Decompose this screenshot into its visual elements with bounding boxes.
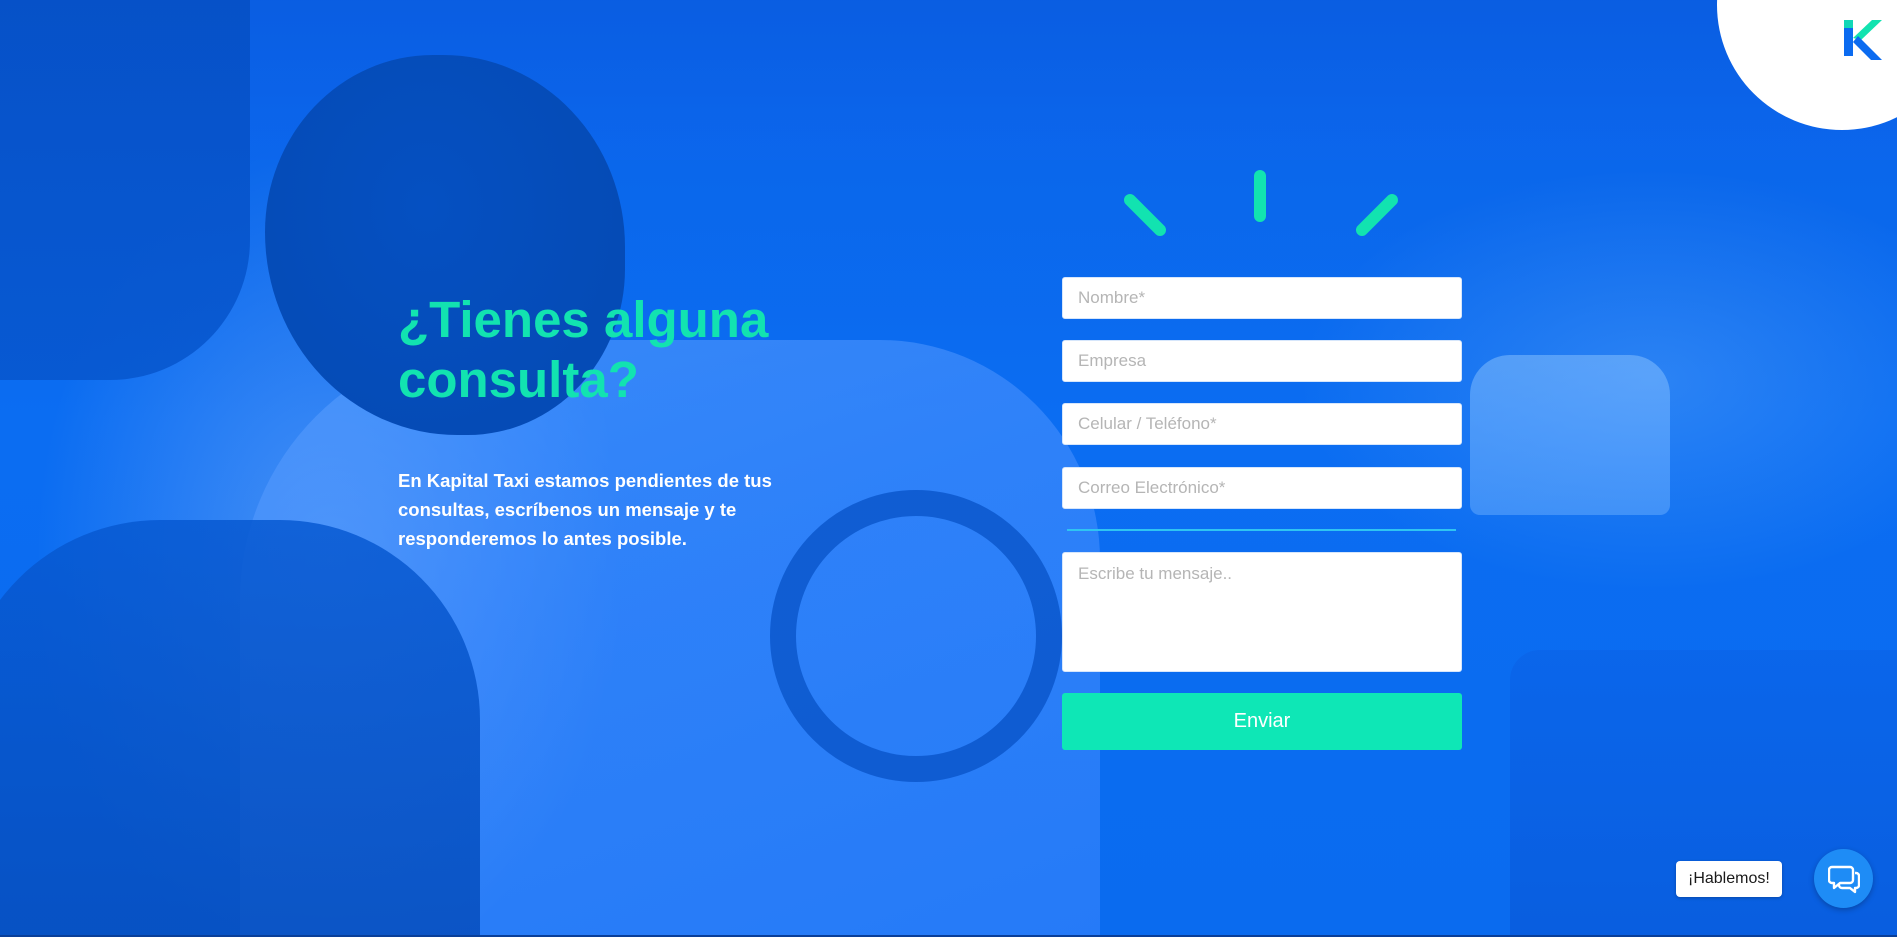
chat-button[interactable] [1814, 849, 1873, 908]
page-heading: ¿Tienes alguna consulta? [398, 291, 769, 408]
hero-background [0, 0, 1897, 937]
company-input[interactable] [1062, 340, 1462, 382]
email-input[interactable] [1062, 467, 1462, 509]
attention-rays-icon [1124, 170, 1398, 236]
bus-shape [1470, 355, 1670, 515]
page-description: En Kapital Taxi estamos pendientes de tu… [398, 470, 772, 549]
kapital-k-logo-icon[interactable] [1842, 16, 1882, 60]
chat-bubbles-icon [1827, 865, 1860, 893]
car-dashboard-shape [0, 0, 1897, 160]
message-textarea[interactable] [1062, 552, 1462, 672]
phone-input[interactable] [1062, 403, 1462, 445]
seat-shape [0, 520, 480, 937]
name-input[interactable] [1062, 277, 1462, 319]
send-button[interactable]: Enviar [1062, 693, 1462, 750]
driver-shirt-shape [240, 340, 1100, 937]
seat-headrest-shape [0, 0, 250, 380]
form-divider [1067, 529, 1456, 531]
chat-label[interactable]: ¡Hablemos! [1676, 861, 1782, 897]
